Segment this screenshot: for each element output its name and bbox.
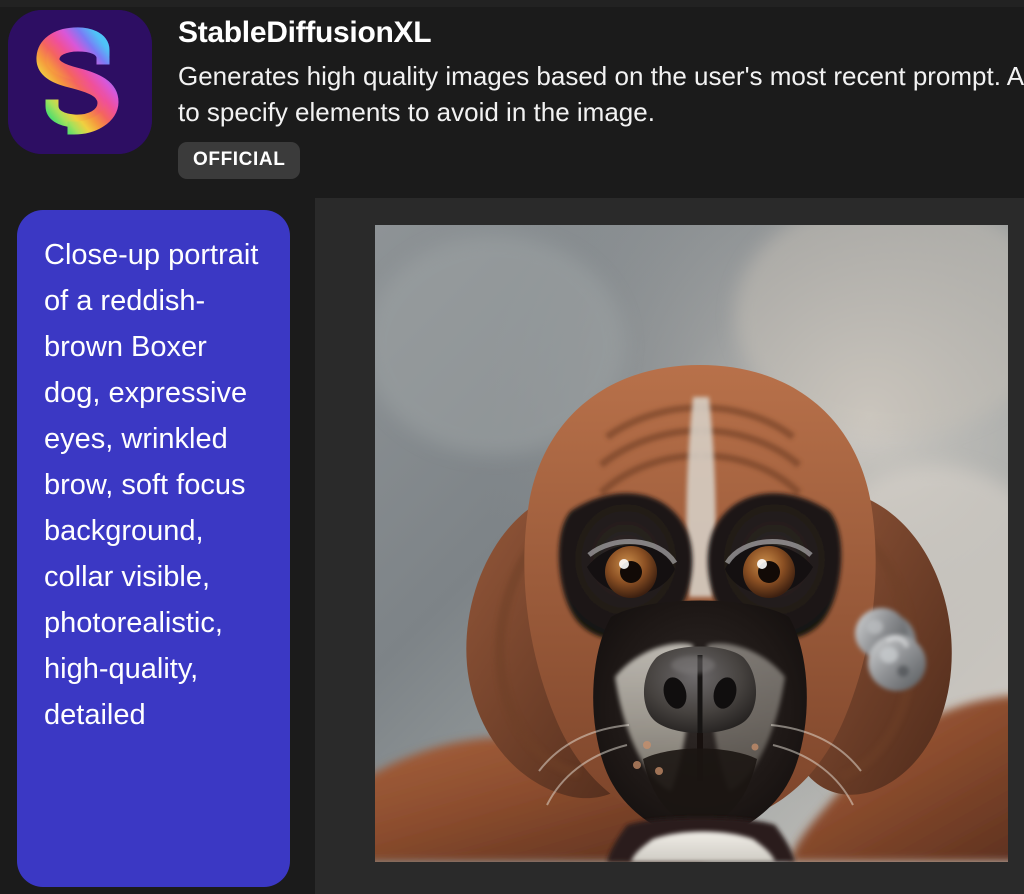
generated-dog-image[interactable]	[375, 225, 1008, 862]
stablediffusion-s-logo-icon	[8, 10, 152, 154]
app-description: Generates high quality images based on t…	[178, 61, 1024, 127]
image-result-pane	[315, 198, 1024, 894]
app-title: StableDiffusionXL	[178, 16, 432, 49]
badge-row: OFFICIAL	[178, 142, 1024, 179]
header-top-strip	[0, 0, 1024, 7]
header-text-block: StableDiffusionXL Generates high quality…	[178, 14, 1024, 179]
app-root: StableDiffusionXL Generates high quality…	[0, 0, 1024, 894]
conversation-pane: Close-up portrait of a reddish-brown Box…	[0, 198, 315, 894]
tool-header: StableDiffusionXL Generates high quality…	[0, 0, 1024, 198]
content-area: Close-up portrait of a reddish-brown Box…	[0, 198, 1024, 894]
status-badge-official: OFFICIAL	[178, 142, 301, 179]
user-prompt-bubble: Close-up portrait of a reddish-brown Box…	[17, 210, 290, 887]
